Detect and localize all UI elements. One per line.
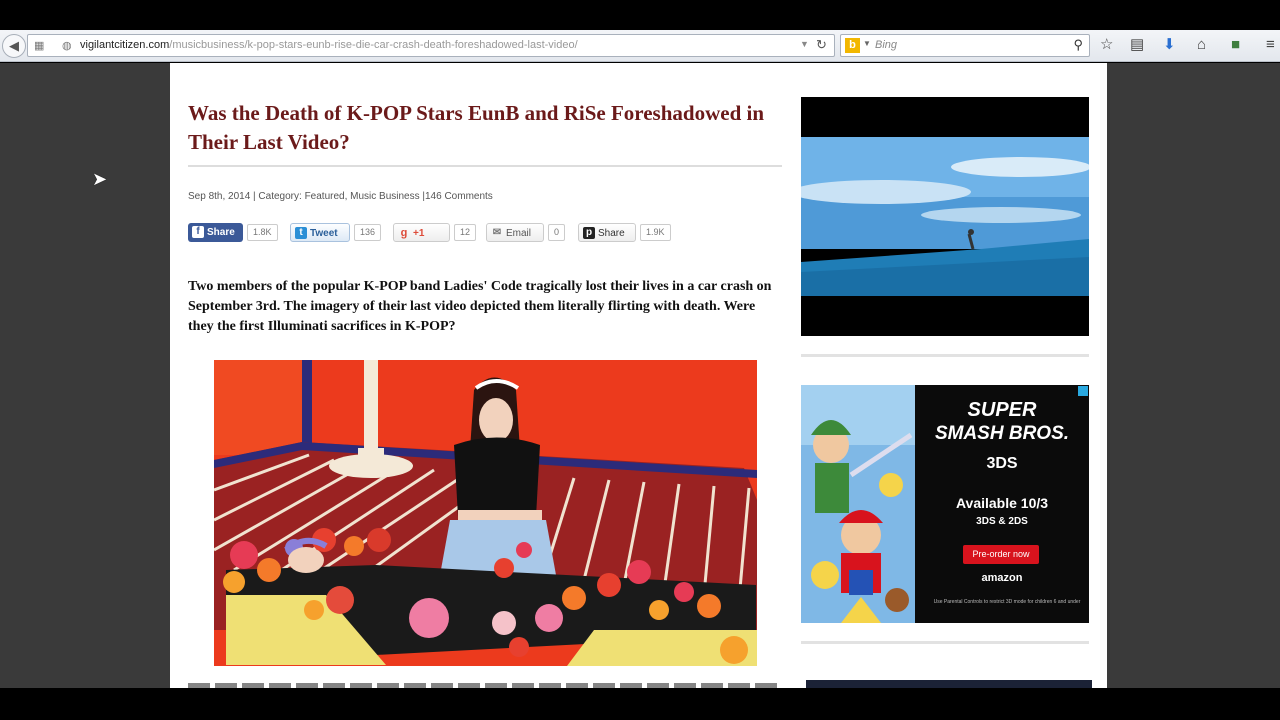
email-button[interactable]: ✉ Email <box>486 223 544 242</box>
bookmark-star-icon[interactable]: ☆ <box>1100 35 1113 55</box>
screen: ◀ ▦ ◍ vigilantcitizen.com/musicbusiness/… <box>0 0 1280 720</box>
facebook-share-button[interactable]: f Share <box>188 223 243 242</box>
page-content: Was the Death of K-POP Stars EunB and Ri… <box>170 63 1107 688</box>
ad-preorder-button[interactable]: Pre-order now <box>963 545 1039 564</box>
pinterest-share-label: Share <box>598 228 625 239</box>
mouse-cursor-icon: ➤ <box>92 169 108 189</box>
back-arrow-icon: ◀ <box>9 38 19 53</box>
search-engine-dropdown-icon[interactable]: ▼ <box>863 39 871 48</box>
bookmark-list-icon[interactable]: ▦ <box>34 39 44 52</box>
bing-logo-icon[interactable]: b <box>845 38 860 53</box>
twitter-tweet-button[interactable]: t Tweet <box>290 223 350 242</box>
ad-fine-print: Use Parental Controls to restrict 3D mod… <box>933 599 1081 605</box>
url-host: vigilantcitizen.com <box>80 39 170 51</box>
magnifier-icon[interactable]: ⚲ <box>1073 37 1083 53</box>
article-title[interactable]: Was the Death of K-POP Stars EunB and Ri… <box>188 99 788 157</box>
article-lead: Two members of the popular K-POP band La… <box>188 279 772 334</box>
ad-title-super: SUPER <box>967 399 1037 421</box>
facebook-share-label: Share <box>207 227 235 238</box>
pinterest-share-button[interactable]: p Share <box>578 223 636 242</box>
article-next-text <box>188 683 778 688</box>
ad-title-smash-bros: SMASH BROS. <box>934 423 1070 444</box>
sidebar-advertisement[interactable]: SUPER SMASH BROS. 3DS Available 10/3 3DS… <box>801 385 1089 623</box>
ad-amazon-logo[interactable]: amazon <box>919 572 1085 584</box>
pinterest-icon: p <box>583 227 595 239</box>
twitter-bird-icon: t <box>295 227 307 239</box>
article-meta: Sep 8th, 2014 | Category: Featured, Musi… <box>188 191 493 202</box>
url-dropdown-icon[interactable]: ▼ <box>800 39 809 49</box>
google-plus-count: 12 <box>454 224 477 241</box>
clipboard-icon[interactable]: ▤ <box>1130 35 1144 55</box>
ad-choices-icon[interactable] <box>1078 386 1088 396</box>
twitter-tweet-label: Tweet <box>310 228 338 239</box>
browser-toolbar: ◀ ▦ ◍ vigilantcitizen.com/musicbusiness/… <box>0 30 1280 62</box>
google-plus-button[interactable]: g +1 <box>393 223 450 242</box>
google-plus-label: +1 <box>413 228 425 239</box>
pinterest-share-count: 1.9K <box>640 224 671 241</box>
facebook-icon: f <box>192 226 204 238</box>
share-bar: f Share 1.8K t Tweet 136 g +1 12 ✉ Email <box>188 223 788 243</box>
sidebar-video[interactable] <box>801 97 1089 336</box>
url-text[interactable]: vigilantcitizen.com/musicbusiness/k-pop-… <box>80 39 578 51</box>
download-icon[interactable]: ⬇ <box>1163 35 1176 55</box>
reload-icon[interactable]: ↻ <box>816 37 827 53</box>
ad-systems: 3DS & 2DS <box>976 516 1028 527</box>
email-label: Email <box>506 228 532 239</box>
url-path: /musicbusiness/k-pop-stars-eunb-rise-die… <box>169 39 578 51</box>
facebook-share-count: 1.8K <box>247 224 278 241</box>
ad-availability: Available 10/3 <box>955 495 1049 511</box>
twitter-tweet-count: 136 <box>354 224 382 241</box>
sidebar-next-widget[interactable] <box>806 680 1092 688</box>
address-bar[interactable]: ▦ ◍ vigilantcitizen.com/musicbusiness/k-… <box>27 34 835 57</box>
back-button[interactable]: ◀ <box>2 34 26 58</box>
home-icon[interactable]: ⌂ <box>1197 35 1206 55</box>
email-count: 0 <box>548 224 566 241</box>
sidebar-divider <box>801 354 1089 357</box>
ad-platform: 3DS <box>986 455 1018 472</box>
search-input[interactable]: Bing <box>875 39 897 51</box>
extension-icon[interactable]: ■ <box>1231 35 1240 55</box>
envelope-icon: ✉ <box>492 227 502 238</box>
search-bar[interactable]: b ▼ Bing ⚲ <box>840 34 1090 57</box>
google-g-icon: g <box>400 227 408 239</box>
sidebar-divider-2 <box>801 641 1089 644</box>
article-photo[interactable] <box>214 360 757 666</box>
menu-icon[interactable]: ≡ <box>1266 35 1275 55</box>
globe-icon: ◍ <box>62 40 72 52</box>
ad-character-art <box>801 385 915 623</box>
title-divider <box>188 165 782 167</box>
page-viewport: ➤ Was the Death of K-POP Stars EunB and … <box>0 63 1280 688</box>
